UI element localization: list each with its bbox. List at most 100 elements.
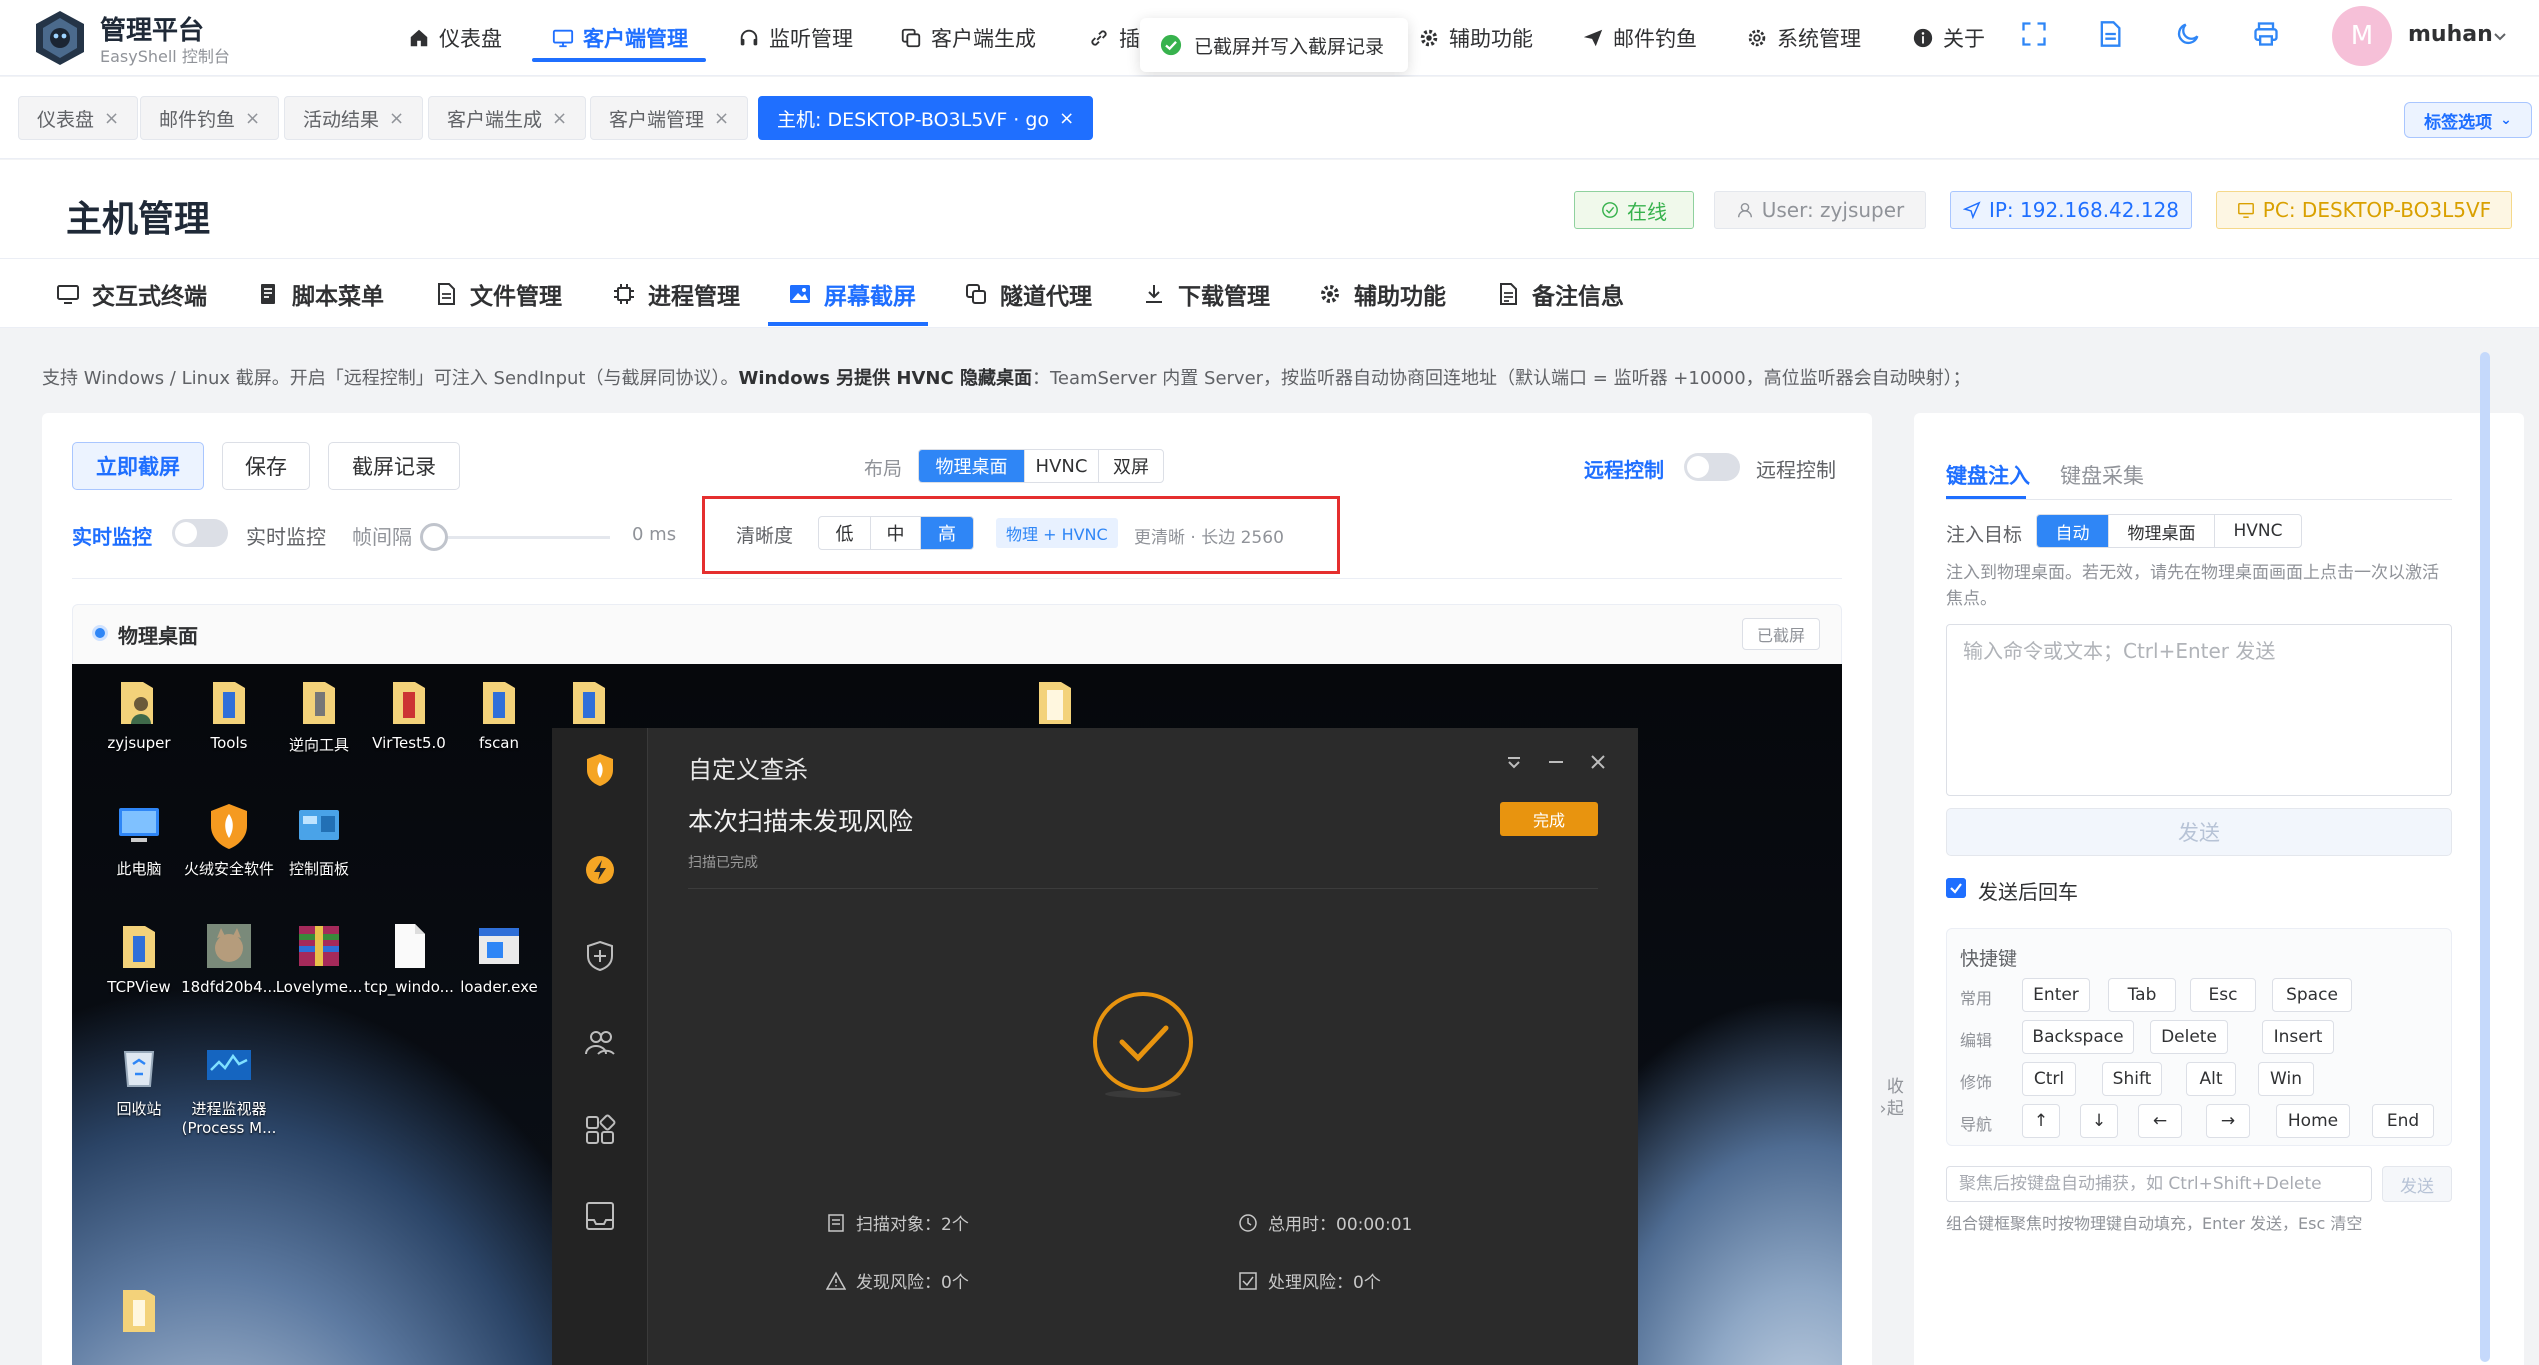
key-up-button[interactable]: ↑ xyxy=(2022,1104,2060,1138)
nav-dashboard[interactable]: 仪表盘 xyxy=(408,18,502,58)
tab-tunnel[interactable]: 隧道代理 xyxy=(964,274,1092,314)
nav-listener-management[interactable]: 监听管理 xyxy=(738,18,853,58)
close-icon[interactable]: × xyxy=(245,108,260,129)
tag-host-detail[interactable]: 主机: DESKTOP-BO3L5VF · go × xyxy=(758,96,1094,140)
nav-system[interactable]: 系统管理 xyxy=(1746,18,1861,58)
clarity-option-medium[interactable]: 中 xyxy=(871,517,921,549)
dropdown-icon[interactable] xyxy=(1502,750,1526,774)
close-icon[interactable]: × xyxy=(714,108,729,129)
tag-phishing[interactable]: 邮件钓鱼 × xyxy=(140,96,280,140)
key-tab-button[interactable]: Tab xyxy=(2108,978,2176,1012)
remote-control-switch[interactable] xyxy=(1684,453,1740,481)
tab-screenshot[interactable]: 屏幕截屏 xyxy=(788,274,916,314)
key-backspace-button[interactable]: Backspace xyxy=(2022,1020,2134,1054)
shield-plus-icon[interactable] xyxy=(582,938,618,974)
history-button[interactable]: 截屏记录 xyxy=(328,442,460,490)
tab-processes[interactable]: 进程管理 xyxy=(612,274,740,314)
tag-client-management[interactable]: 客户端管理 × xyxy=(590,96,749,140)
inject-option-physical[interactable]: 物理桌面 xyxy=(2109,515,2215,547)
key-enter-button[interactable]: Enter xyxy=(2022,978,2090,1012)
clarity-option-low[interactable]: 低 xyxy=(819,517,871,549)
avatar[interactable]: M xyxy=(2332,6,2392,66)
fullscreen-icon[interactable] xyxy=(2020,20,2048,48)
layout-option-physical[interactable]: 物理桌面 xyxy=(919,450,1025,482)
key-win-button[interactable]: Win xyxy=(2258,1062,2314,1096)
layout-option-hvnc[interactable]: HVNC xyxy=(1025,450,1099,482)
tab-terminal[interactable]: 交互式终端 xyxy=(56,274,207,314)
realtime-switch[interactable] xyxy=(172,519,228,547)
key-insert-button[interactable]: Insert xyxy=(2262,1020,2334,1054)
nav-client-management[interactable]: 客户端管理 xyxy=(552,18,688,58)
tag-client-generate[interactable]: 客户端生成 × xyxy=(428,96,587,140)
capture-now-button[interactable]: 立即截屏 xyxy=(72,442,204,490)
layout-option-dual[interactable]: 双屏 xyxy=(1099,450,1163,482)
key-left-button[interactable]: ← xyxy=(2138,1104,2182,1138)
document-icon[interactable] xyxy=(2096,20,2124,48)
tag-dashboard[interactable]: 仪表盘 × xyxy=(18,96,139,140)
nav-auxiliary[interactable]: 辅助功能 xyxy=(1418,18,1533,58)
save-button[interactable]: 保存 xyxy=(222,442,310,490)
minimize-icon[interactable] xyxy=(1544,750,1568,774)
close-icon[interactable]: × xyxy=(104,108,119,129)
inject-option-auto[interactable]: 自动 xyxy=(2037,515,2109,547)
user-chip: User: zyjsuper xyxy=(1714,191,1926,229)
desktop-icon[interactable]: 进程监视器 (Process M... xyxy=(174,1040,284,1137)
tab-downloads[interactable]: 下载管理 xyxy=(1142,274,1270,314)
dark-mode-icon[interactable] xyxy=(2174,20,2202,48)
username[interactable]: muhan xyxy=(2408,22,2493,47)
collapse-panel-button[interactable]: ›收起 xyxy=(1878,1076,1906,1120)
printer-icon[interactable] xyxy=(2252,20,2280,48)
key-alt-button[interactable]: Alt xyxy=(2186,1062,2236,1096)
tag-label: 客户端管理 xyxy=(609,108,705,131)
tab-auxiliary[interactable]: 辅助功能 xyxy=(1318,274,1446,314)
nav-about[interactable]: 关于 xyxy=(1912,18,1985,58)
close-icon[interactable]: × xyxy=(552,108,567,129)
antivirus-done-button[interactable]: 完成 xyxy=(1500,802,1598,836)
key-ctrl-button[interactable]: Ctrl xyxy=(2022,1062,2076,1096)
key-shift-button[interactable]: Shift xyxy=(2102,1062,2162,1096)
key-space-button[interactable]: Space xyxy=(2272,978,2352,1012)
interval-slider-handle[interactable] xyxy=(420,523,448,551)
close-icon[interactable]: × xyxy=(1059,108,1074,129)
command-input[interactable] xyxy=(1946,624,2452,796)
chevron-down-icon[interactable] xyxy=(2490,26,2510,46)
nav-plugin[interactable]: 插 xyxy=(1088,18,1140,58)
tab-notes[interactable]: 备注信息 xyxy=(1496,274,1624,314)
close-icon[interactable] xyxy=(1586,750,1610,774)
key-right-button[interactable]: → xyxy=(2206,1104,2250,1138)
lightning-icon[interactable] xyxy=(582,852,618,888)
key-down-button[interactable]: ↓ xyxy=(2080,1104,2118,1138)
desktop-icon[interactable]: loader.exe xyxy=(444,920,554,996)
desktop-icon[interactable] xyxy=(534,676,644,734)
inbox-icon[interactable] xyxy=(582,1198,618,1234)
shield-logo-icon[interactable] xyxy=(582,752,618,788)
nav-phishing[interactable]: 邮件钓鱼 xyxy=(1582,18,1697,58)
scrollbar[interactable] xyxy=(2480,352,2490,1362)
tab-keyboard-inject[interactable]: 键盘注入 xyxy=(1946,460,2030,490)
pc-chip: PC: DESKTOP-BO3L5VF xyxy=(2216,191,2512,229)
send-button[interactable]: 发送 xyxy=(1946,808,2452,856)
tab-scripts[interactable]: 脚本菜单 xyxy=(256,274,384,314)
nav-client-generate[interactable]: 客户端生成 xyxy=(900,18,1036,58)
close-icon[interactable]: × xyxy=(389,108,404,129)
key-esc-button[interactable]: Esc xyxy=(2190,978,2256,1012)
desktop-icon[interactable] xyxy=(84,1284,194,1342)
enter-after-checkbox[interactable] xyxy=(1946,878,1966,898)
desktop-icon[interactable]: 控制面板 xyxy=(264,800,374,879)
key-home-button[interactable]: Home xyxy=(2276,1104,2350,1138)
inject-option-hvnc[interactable]: HVNC xyxy=(2215,515,2301,547)
desktop-icon[interactable] xyxy=(1000,676,1110,734)
apps-grid-icon[interactable] xyxy=(582,1112,618,1148)
key-capture-input[interactable] xyxy=(1946,1166,2372,1202)
users-icon[interactable] xyxy=(582,1024,618,1060)
interval-slider-track[interactable] xyxy=(448,536,610,539)
clarity-option-high[interactable]: 高 xyxy=(921,517,973,549)
tab-keyboard-capture[interactable]: 键盘采集 xyxy=(2060,460,2144,490)
tag-activity-results[interactable]: 活动结果 × xyxy=(284,96,424,140)
capture-send-button[interactable]: 发送 xyxy=(2382,1166,2452,1202)
key-end-button[interactable]: End xyxy=(2372,1104,2434,1138)
tag-options-button[interactable]: 标签选项 ⌄ xyxy=(2404,102,2532,138)
key-delete-button[interactable]: Delete xyxy=(2150,1020,2228,1054)
brand-logo-icon[interactable] xyxy=(30,8,90,68)
tab-files[interactable]: 文件管理 xyxy=(434,274,562,314)
